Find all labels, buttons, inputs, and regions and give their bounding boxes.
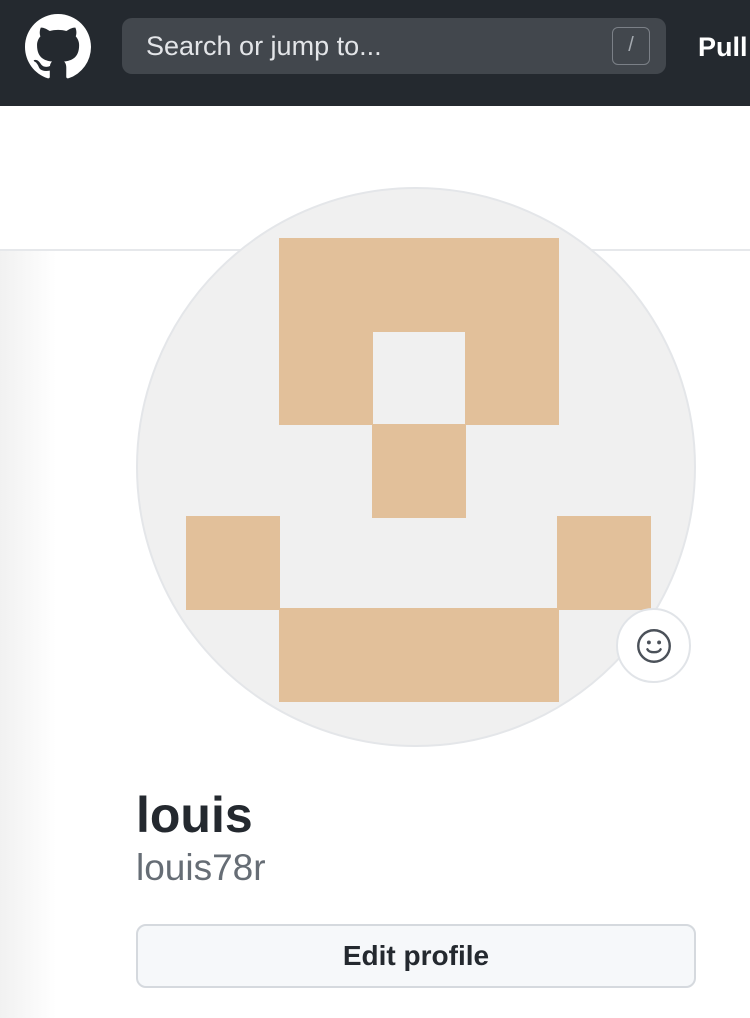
set-status-button[interactable] (616, 608, 691, 683)
github-logo-link[interactable] (25, 14, 91, 80)
github-mark-icon (25, 14, 91, 79)
search-input[interactable] (146, 18, 616, 74)
edit-profile-button[interactable]: Edit profile (136, 924, 696, 988)
avatar-container (136, 187, 696, 747)
profile-username: louis78r (136, 847, 266, 888)
slash-shortcut-badge: / (612, 27, 650, 65)
search-box[interactable]: / (122, 18, 666, 74)
profile-page: / Pull (0, 0, 750, 1018)
avatar[interactable] (136, 187, 696, 747)
left-panel-shadow (0, 251, 56, 1018)
top-header: / Pull (0, 0, 750, 106)
identicon-image (186, 238, 651, 702)
profile-full-name: louis (136, 787, 253, 843)
nav-pull-requests-link[interactable]: Pull (698, 30, 748, 64)
smiley-icon (636, 628, 671, 663)
